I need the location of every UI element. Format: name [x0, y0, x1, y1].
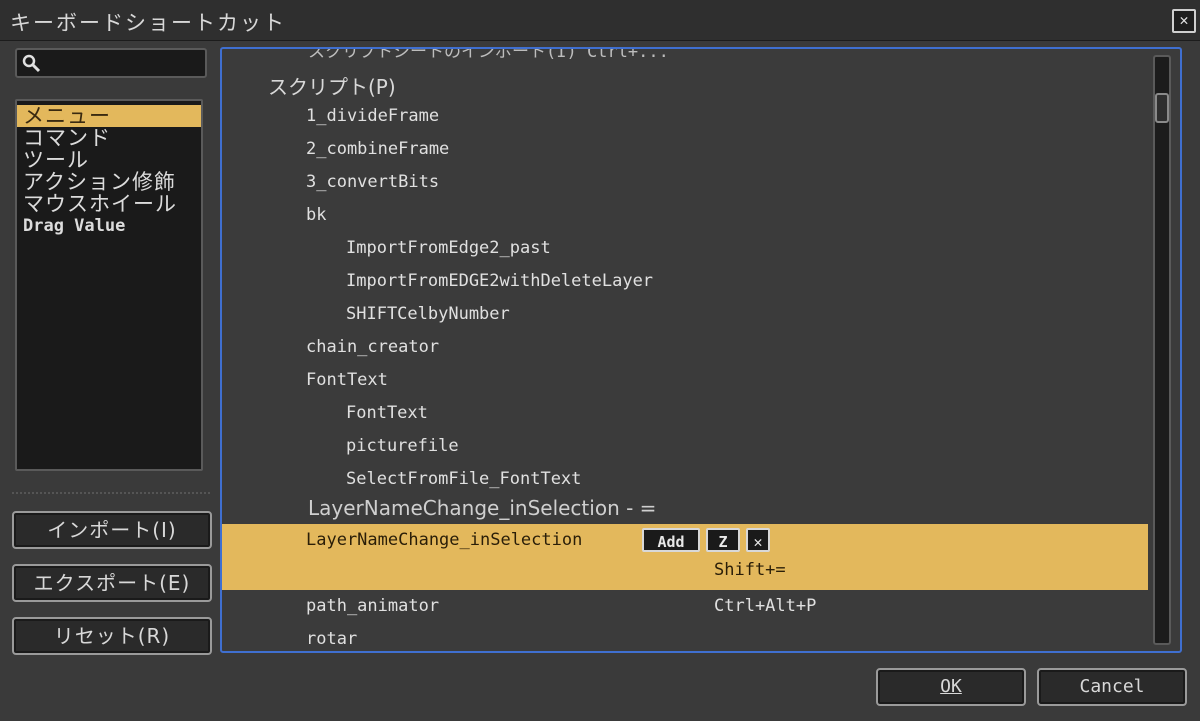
import-button[interactable]: インポート(I) — [12, 511, 212, 549]
close-icon: ✕ — [753, 533, 763, 551]
category-item-drag-value[interactable]: Drag Value — [17, 215, 201, 237]
tree-row[interactable]: FontText — [222, 397, 1148, 430]
tree-row-shortcut: Ctrl+Alt+P — [714, 596, 817, 616]
remove-shortcut-button[interactable]: ✕ — [746, 528, 770, 552]
tree-row-label: FontText — [346, 403, 428, 423]
export-button[interactable]: エクスポート(E) — [12, 564, 212, 602]
tree-row-script-menu[interactable]: スクリプト(P) — [222, 67, 1148, 100]
tree-row-label: 2_combineFrame — [306, 139, 450, 159]
category-item-mouse-wheel[interactable]: マウスホイール — [17, 193, 201, 215]
tree-row-label: FontText — [306, 370, 388, 390]
tree-row[interactable]: FontText — [222, 364, 1148, 397]
edit-hint-row: LayerNameChange_inSelection - = — [222, 490, 1148, 523]
search-icon — [22, 54, 41, 73]
tree-row[interactable]: ImportFromEDGE2withDeleteLayer — [222, 265, 1148, 298]
tree-row-label: スクリプト(P) — [268, 75, 396, 99]
cancel-button[interactable]: Cancel — [1037, 668, 1187, 706]
tree-row-label: bk — [306, 205, 327, 225]
ok-button[interactable]: OK — [876, 668, 1026, 706]
tree-row[interactable]: path_animator Ctrl+Alt+P — [222, 590, 1148, 623]
vertical-scrollbar[interactable] — [1153, 55, 1171, 645]
category-list[interactable]: メニュー コマンド ツール アクション修飾 マウスホイール Drag Value — [15, 99, 203, 471]
tree-row-selected[interactable]: LayerNameChange_inSelection Add Z ✕ Shif… — [222, 524, 1148, 590]
category-item-tool[interactable]: ツール — [17, 149, 201, 171]
category-item-command[interactable]: コマンド — [17, 127, 201, 149]
tree-row[interactable]: picturefile — [222, 430, 1148, 463]
add-shortcut-button[interactable]: Add — [642, 528, 700, 552]
tree-row-label: LayerNameChange_inSelection — [306, 530, 583, 550]
tree-row-label: path_animator — [306, 596, 440, 616]
tree-row[interactable]: ImportFromEdge2_past — [222, 232, 1148, 265]
tree-row-label: picturefile — [346, 436, 459, 456]
tree-row-shortcut: Shift+= — [714, 560, 786, 580]
tree-row[interactable]: rotar — [222, 623, 1148, 651]
close-icon: ✕ — [1179, 11, 1189, 29]
tree-row-label: SHIFTCelbyNumber — [346, 304, 510, 324]
shortcut-key-button[interactable]: Z — [706, 528, 740, 552]
cancel-button-label: Cancel — [1079, 676, 1145, 697]
tree-row[interactable]: bk — [222, 199, 1148, 232]
tree-row-label: chain_creator — [306, 337, 440, 357]
tree-row[interactable]: 3_convertBits — [222, 166, 1148, 199]
tree-row-label: 1_divideFrame — [306, 106, 440, 126]
category-item-action-modifier[interactable]: アクション修飾 — [17, 171, 201, 193]
tree-row-label: rotar — [306, 629, 358, 649]
tree-row-label: SelectFromFile_FontText — [346, 469, 582, 489]
divider — [12, 492, 210, 494]
ok-button-label: OK — [940, 676, 962, 697]
close-button[interactable]: ✕ — [1172, 9, 1196, 33]
tree-row-label: ImportFromEdge2_past — [346, 238, 551, 258]
search-input[interactable] — [15, 48, 207, 78]
category-item-menu[interactable]: メニュー — [17, 105, 201, 127]
title-bar: キーボードショートカット ✕ — [0, 0, 1200, 41]
tree-row-label: 3_convertBits — [306, 172, 440, 192]
tree-row[interactable]: 2_combineFrame — [222, 133, 1148, 166]
shortcut-tree[interactable]: スクリプトシートのインポート(I) Ctrl+... スクリプト(P) 1_di… — [220, 47, 1182, 653]
edit-hint-label: LayerNameChange_inSelection - = — [308, 496, 657, 520]
reset-button[interactable]: リセット(R) — [12, 617, 212, 655]
tree-row[interactable]: 1_divideFrame — [222, 100, 1148, 133]
window-title: キーボードショートカット — [10, 11, 286, 35]
tree-row-label: ImportFromEDGE2withDeleteLayer — [346, 271, 654, 291]
tree-row[interactable]: chain_creator — [222, 331, 1148, 364]
scrollbar-thumb[interactable] — [1155, 93, 1169, 123]
tree-row[interactable]: SHIFTCelbyNumber — [222, 298, 1148, 331]
